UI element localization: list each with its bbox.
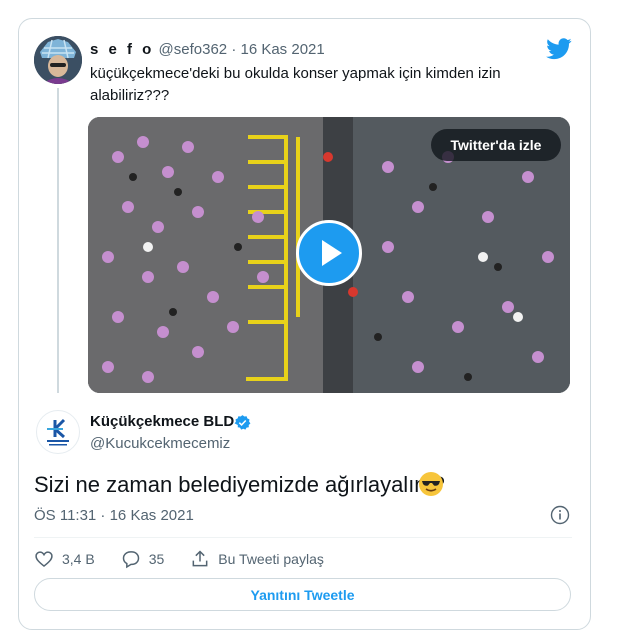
comment-icon xyxy=(122,551,139,569)
parent-display-name[interactable]: s e f o xyxy=(90,41,154,58)
municipality-logo-icon xyxy=(47,418,69,446)
parent-handle[interactable]: @sefo362 xyxy=(159,41,228,58)
reply-handle[interactable]: @Kucukcekmecemiz xyxy=(90,435,230,452)
separator: · xyxy=(231,41,237,58)
tweet-actions: 3,4 B 35 Bu Tweeti paylaş xyxy=(34,546,350,572)
verified-badge-icon xyxy=(234,415,251,430)
avatar-photo-icon xyxy=(34,36,82,84)
reply-display-name[interactable]: Küçükçekmece BLD xyxy=(90,413,234,430)
tweet-your-reply-button[interactable]: Yanıtını Tweetle xyxy=(34,578,571,611)
sunglasses-emoji-icon xyxy=(419,472,443,496)
parent-tweet-text: küçükçekmece'deki bu okulda konser yapma… xyxy=(90,65,501,104)
parent-tweet-header: s e f o @sefo362 · 16 Kas 2021 xyxy=(90,41,325,58)
play-icon xyxy=(322,240,342,266)
like-button[interactable]: 3,4 B xyxy=(34,549,95,569)
share-icon xyxy=(192,550,208,567)
reply-timestamp[interactable]: ÖS 11:31 · 16 Kas 2021 xyxy=(34,507,194,524)
divider xyxy=(34,537,572,538)
reply-count: 35 xyxy=(148,551,165,567)
thread-line xyxy=(57,88,59,393)
share-label: Bu Tweeti paylaş xyxy=(218,551,324,567)
heart-icon xyxy=(35,551,53,568)
twitter-bird-icon[interactable] xyxy=(546,38,572,60)
parent-date[interactable]: 16 Kas 2021 xyxy=(240,41,324,58)
info-icon[interactable] xyxy=(550,505,570,525)
reply-tweet-text: Sizi ne zaman belediyemizde ağırlayalım? xyxy=(34,472,445,497)
watch-on-twitter-button[interactable]: Twitter'da izle xyxy=(431,129,561,161)
reply-button[interactable]: 35 xyxy=(121,549,165,569)
share-button[interactable]: Bu Tweeti paylaş xyxy=(190,549,324,569)
play-button[interactable] xyxy=(296,220,362,286)
avatar[interactable] xyxy=(34,36,82,84)
avatar[interactable] xyxy=(36,410,80,454)
like-count: 3,4 B xyxy=(62,551,95,567)
